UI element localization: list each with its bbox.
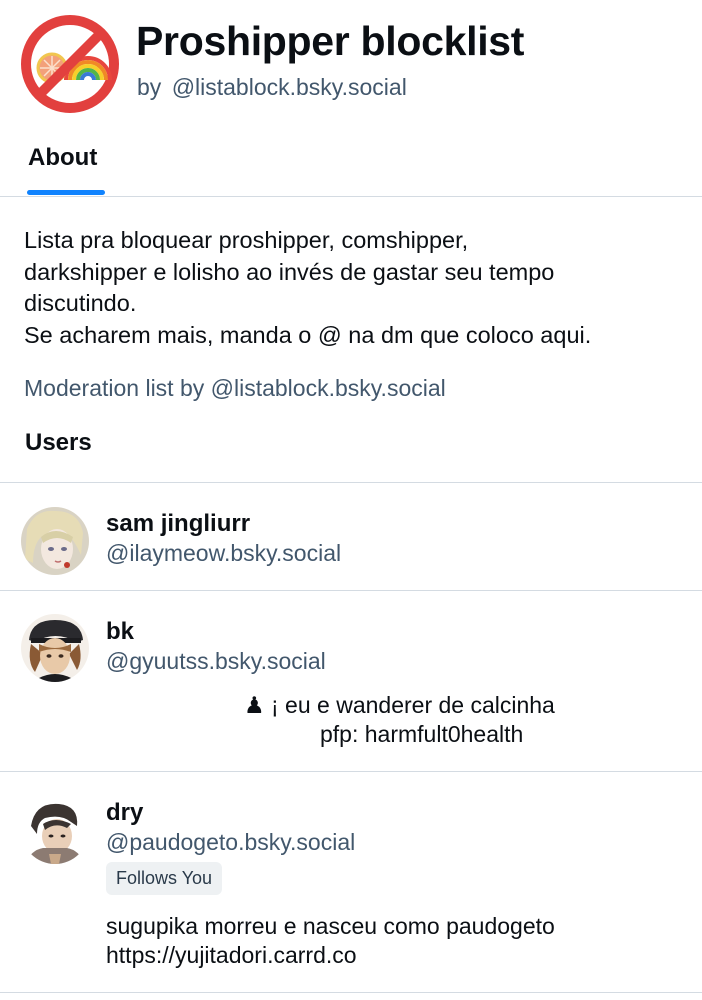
description-line: discutindo.: [24, 290, 137, 316]
no-rainbow-icon[interactable]: [20, 14, 120, 114]
list-byline: by @listablock.bsky.social: [137, 74, 407, 101]
user-handle: @gyuutss.bsky.social: [106, 648, 326, 674]
by-label: by: [137, 74, 162, 100]
avatar[interactable]: [21, 507, 89, 575]
avatar[interactable]: [21, 796, 89, 864]
list-header: Proshipper blocklist by @listablock.bsky…: [0, 0, 702, 135]
user-display-name: bk: [106, 618, 135, 645]
page-title: Proshipper blocklist: [136, 18, 525, 64]
user-display-name: dry: [106, 799, 144, 826]
user-bio-line: ♟ ¡ eu e wanderer de calcinha: [244, 692, 555, 718]
user-handle: @ilaymeow.bsky.social: [106, 540, 342, 566]
follows-you-badge: Follows You: [106, 862, 223, 895]
description-line: Se acharem mais, manda o @ na dm que col…: [24, 321, 592, 348]
user-bio-line: pfp: harmfult0health: [320, 721, 524, 747]
avatar[interactable]: [21, 614, 89, 682]
moderation-list-link[interactable]: Moderation list by @listablock.bsky.soci…: [24, 375, 446, 402]
list-item[interactable]: bk @gyuutss.bsky.social ♟ ¡ eu e wandere…: [0, 591, 702, 771]
user-bio-line: sugupika morreu e nasceu como paudogeto: [106, 913, 555, 939]
author-handle-link[interactable]: @listablock.bsky.social: [172, 74, 407, 100]
list-description: Lista pra bloquear proshipper, comshippe…: [24, 225, 684, 351]
description-line: darkshipper e lolisho ao invés de gastar…: [24, 258, 555, 285]
list-item[interactable]: dry @paudogeto.bsky.social Follows You s…: [0, 772, 702, 992]
divider: [0, 992, 702, 993]
tab-bar: About: [0, 135, 702, 197]
user-bio-line[interactable]: https://yujitadori.carrd.co: [106, 941, 357, 970]
list-item[interactable]: sam jingliurr @ilaymeow.bsky.social: [0, 483, 702, 590]
user-handle: @paudogeto.bsky.social: [106, 829, 356, 855]
active-tab-indicator: [27, 190, 105, 195]
description-line: Lista pra bloquear proshipper, comshippe…: [24, 227, 469, 253]
user-display-name: sam jingliurr: [106, 510, 251, 537]
tab-about[interactable]: About: [28, 144, 97, 172]
users-heading: Users: [25, 429, 92, 456]
